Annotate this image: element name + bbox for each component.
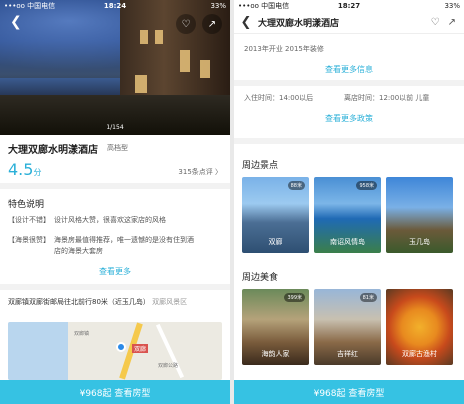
hotel-detail-scrolled-screen: •••oo 中国电信 18:27 33% ❮ 大理双廊水明漾酒店 ♡ ↗ 201… bbox=[234, 0, 464, 404]
opening-info: 2013年开业 2015年装修 bbox=[244, 45, 324, 53]
page-title: 大理双廊水明漾酒店 bbox=[258, 19, 340, 29]
hotel-name: 大理双廊水明漾酒店 bbox=[8, 145, 98, 156]
photo-counter: 1/154 bbox=[106, 124, 124, 131]
hotel-grade: 高档型 bbox=[107, 144, 128, 152]
divider bbox=[234, 138, 464, 144]
share-icon[interactable]: ↗ bbox=[448, 17, 456, 28]
more-policy-link[interactable]: 查看更多政策 bbox=[234, 113, 464, 124]
more-info-link[interactable]: 查看更多信息 bbox=[234, 64, 464, 75]
scenic-card[interactable]: 玉几岛 bbox=[386, 177, 453, 253]
checkout-time: 离店时间：12:00以前 儿童 bbox=[344, 94, 430, 102]
back-button[interactable]: ❮ bbox=[234, 15, 258, 30]
back-button[interactable]: ❮ bbox=[10, 14, 22, 30]
view-rooms-button[interactable]: ¥968起 查看房型 bbox=[234, 380, 464, 404]
share-icon[interactable]: ↗ bbox=[202, 14, 222, 34]
rating-score: 4.5分 bbox=[8, 160, 42, 179]
feature-row: 【海景很赞】 海景房最值得推荐，唯一遗憾的是没有住到酒店的海景大套房 bbox=[8, 236, 194, 255]
map-pin-icon bbox=[116, 342, 126, 352]
divider bbox=[234, 80, 464, 86]
food-list: 399米 海韵人家 81米 吉祥红 双廊古渔村 bbox=[242, 289, 453, 365]
status-bar: •••oo 中国电信 18:27 33% bbox=[234, 0, 464, 12]
scenic-card[interactable]: 88米 双廊 bbox=[242, 177, 309, 253]
divider bbox=[0, 284, 230, 290]
heart-icon[interactable]: ♡ bbox=[176, 14, 196, 34]
view-more-link[interactable]: 查看更多 bbox=[0, 266, 230, 277]
scenic-card[interactable]: 958米 南诏风情岛 bbox=[314, 177, 381, 253]
map-pin-label: 双廊 bbox=[132, 344, 149, 353]
divider bbox=[0, 183, 230, 189]
food-card[interactable]: 81米 吉祥红 bbox=[314, 289, 381, 365]
features-title: 特色说明 bbox=[8, 200, 45, 210]
food-card[interactable]: 399米 海韵人家 bbox=[242, 289, 309, 365]
reviews-link[interactable]: 315条点评 〉 bbox=[178, 167, 222, 177]
hotel-address[interactable]: 双廊镇双廊街邮局往北前行80米（近玉几岛） 双廊风景区 bbox=[8, 297, 208, 307]
food-card[interactable]: 双廊古渔村 bbox=[386, 289, 453, 365]
checkin-time: 入住时间：14:00以后 bbox=[244, 94, 314, 102]
food-title: 周边美食 bbox=[242, 273, 279, 283]
status-bar: •••oo 中国电信 18:24 33% bbox=[4, 2, 226, 10]
scenic-title: 周边景点 bbox=[242, 161, 279, 171]
heart-icon[interactable]: ♡ bbox=[431, 17, 440, 28]
feature-row: 【设计不错】 设计风格大赞，很喜欢这家店的风格 bbox=[8, 216, 166, 224]
hotel-detail-screen: •••oo 中国电信 18:24 33% ❮ ♡ ↗ 1/154 大理双廊水明漾… bbox=[0, 0, 230, 404]
scenic-list: 88米 双廊 958米 南诏风情岛 玉几岛 bbox=[242, 177, 453, 253]
location-map[interactable]: 双廊镇 双廊公路 双廊 bbox=[8, 322, 222, 380]
nav-bar: ❮ 大理双廊水明漾酒店 ♡ ↗ bbox=[234, 12, 464, 34]
view-rooms-button[interactable]: ¥968起 查看房型 bbox=[0, 380, 230, 404]
